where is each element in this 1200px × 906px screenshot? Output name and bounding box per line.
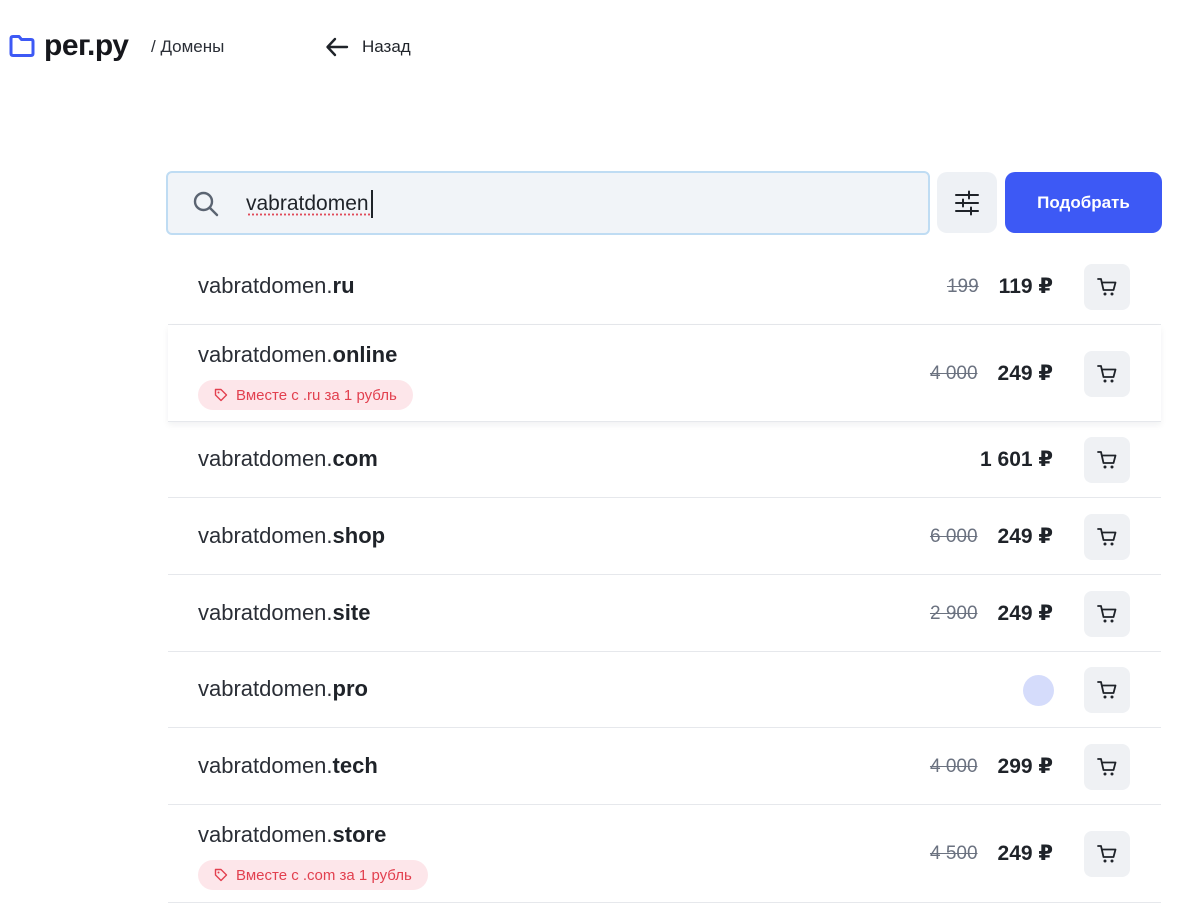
domain-base: vabratdomen. [198,523,333,548]
domain-name[interactable]: vabratdomen.store [198,822,386,848]
domain-row[interactable]: vabratdomen.com 1 601 ₽ [168,422,1161,498]
add-to-cart-button[interactable] [1084,591,1130,637]
add-to-cart-button[interactable] [1084,667,1130,713]
add-to-cart-button[interactable] [1084,264,1130,310]
domain-name[interactable]: vabratdomen.online [198,342,397,368]
promo-text: Вместе с .com за 1 рубль [236,866,412,884]
domain-base: vabratdomen. [198,273,333,298]
sliders-icon [955,190,979,215]
arrow-left-icon [326,37,349,57]
cart-icon [1097,681,1117,699]
price-block: 6 000 249 ₽ [930,524,1053,549]
domain-name[interactable]: vabratdomen.com [198,446,378,472]
domain-tld: site [332,600,371,625]
current-price: 119 ₽ [998,275,1053,298]
domain-name[interactable]: vabratdomen.site [198,600,370,626]
old-price: 199 [946,275,979,297]
back-label: Назад [362,37,411,56]
domain-tld: tech [332,753,378,778]
cart-icon [1097,365,1117,383]
domain-base: vabratdomen. [198,446,333,471]
search-box[interactable] [166,171,930,235]
domain-tld: com [332,446,378,471]
folder-logo-icon [9,35,35,57]
domain-name[interactable]: vabratdomen.pro [198,676,368,702]
filter-button[interactable] [937,172,997,233]
header: рег.ру / Домены Назад [0,0,1200,95]
domain-row[interactable]: vabratdomen.tech 4 000 299 ₽ [168,728,1161,805]
search-icon [193,191,219,217]
old-price: 4 000 [929,755,978,777]
results-list: vabratdomen.ru 199 119 ₽ vabratdomen.online… [168,249,1161,903]
domain-row[interactable]: vabratdomen.ru 199 119 ₽ [168,249,1161,325]
old-price: 4 000 [929,362,978,384]
domain-base: vabratdomen. [198,753,333,778]
current-price: 249 ₽ [997,842,1053,865]
cart-icon [1097,845,1117,863]
domain-name[interactable]: vabratdomen.shop [198,523,385,549]
domain-tld: shop [332,523,386,548]
text-caret [371,190,373,218]
old-price: 2 900 [929,602,978,624]
add-to-cart-button[interactable] [1084,514,1130,560]
add-to-cart-button[interactable] [1084,831,1130,877]
domain-name[interactable]: vabratdomen.ru [198,273,355,299]
old-price: 4 500 [929,842,978,864]
promo-badge[interactable]: Вместе с .com за 1 рубль [198,860,428,890]
add-to-cart-button[interactable] [1084,351,1130,397]
cart-icon [1097,451,1117,469]
current-price: 249 ₽ [997,362,1053,385]
domain-base: vabratdomen. [198,342,333,367]
price-block: 2 900 249 ₽ [930,601,1053,626]
cart-icon [1097,758,1117,776]
price-block: 4 500 249 ₽ [930,841,1053,866]
domain-base: vabratdomen. [198,822,333,847]
domain-row[interactable]: vabratdomen.shop 6 000 249 ₽ [168,498,1161,575]
price-block: 4 000 249 ₽ [930,361,1053,386]
domain-base: vabratdomen. [198,676,333,701]
cart-icon [1097,605,1117,623]
price-loading-indicator [1023,675,1054,706]
domain-tld: store [332,822,387,847]
price-block: 1 601 ₽ [980,447,1053,472]
logo[interactable]: рег.ру [8,28,129,64]
cart-icon [1097,278,1117,296]
current-price: 1 601 ₽ [980,448,1053,471]
spellcheck-underline [247,213,371,216]
promo-badge[interactable]: Вместе с .ru за 1 рубль [198,380,413,410]
domain-row[interactable]: vabratdomen.site 2 900 249 ₽ [168,575,1161,652]
add-to-cart-button[interactable] [1084,744,1130,790]
pick-button[interactable]: Подобрать [1005,172,1162,233]
old-price: 6 000 [929,525,978,547]
breadcrumb[interactable]: / Домены [151,37,224,57]
promo-text: Вместе с .ru за 1 рубль [236,386,397,404]
tag-icon [214,868,228,882]
domain-tld: pro [332,676,368,701]
tag-icon [214,388,228,402]
search-row: Подобрать [166,171,1162,235]
domain-name[interactable]: vabratdomen.tech [198,753,378,779]
domain-row[interactable]: vabratdomen.online Вместе с .ru за 1 рубл… [168,325,1161,422]
domain-row[interactable]: vabratdomen.store Вместе с .com за 1 рубл… [168,805,1161,903]
back-button[interactable]: Назад [324,34,411,60]
domain-row[interactable]: vabratdomen.pro [168,652,1161,728]
brand-name: рег.ру [44,29,129,62]
current-price: 249 ₽ [997,602,1053,625]
domain-base: vabratdomen. [198,600,333,625]
domain-tld: ru [332,273,355,298]
add-to-cart-button[interactable] [1084,437,1130,483]
price-block: 4 000 299 ₽ [930,754,1053,779]
price-block: 199 119 ₽ [947,274,1053,299]
current-price: 249 ₽ [997,525,1053,548]
current-price: 299 ₽ [997,755,1053,778]
domain-tld: online [332,342,398,367]
cart-icon [1097,528,1117,546]
